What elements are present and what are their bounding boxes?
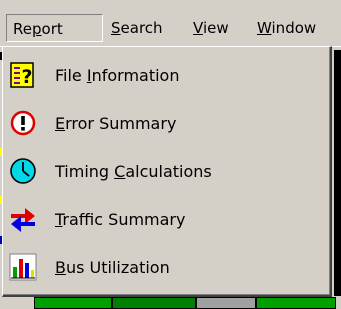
menu-item-error-summary[interactable]: Error Summary (7, 104, 325, 144)
report-dropdown-menu: ? File Information Error Summary Timing … (2, 46, 332, 297)
traffic-arrows-icon (11, 208, 35, 232)
menu-view-label: View (193, 19, 229, 37)
bar-chart-icon (9, 253, 37, 281)
menu-item-timing-calculations[interactable]: Timing Calculations (7, 152, 325, 192)
background-panel-right (334, 50, 341, 300)
menu-item-label: File Information (55, 66, 180, 85)
menu-item-label: Timing Calculations (55, 162, 212, 181)
menu-report[interactable]: Report (6, 14, 103, 42)
error-icon (10, 110, 36, 136)
menu-item-label: Bus Utilization (55, 258, 170, 277)
menu-view[interactable]: View (187, 14, 249, 42)
menu-window-label: Window (257, 19, 317, 37)
menu-bar: Report Search View Window (0, 0, 341, 47)
menu-item-traffic-summary[interactable]: Traffic Summary (7, 200, 325, 240)
menu-window[interactable]: Window (251, 14, 341, 42)
menu-item-bus-utilization[interactable]: Bus Utilization (7, 248, 325, 288)
background-bottom-bar (0, 296, 341, 309)
file-info-icon: ? (10, 62, 34, 88)
menu-item-label: Error Summary (55, 114, 177, 133)
menu-search-label: Search (111, 19, 163, 37)
menu-search[interactable]: Search (105, 14, 185, 42)
menu-item-file-information[interactable]: ? File Information (7, 56, 325, 96)
menu-item-label: Traffic Summary (55, 210, 186, 229)
clock-icon (10, 158, 36, 184)
svg-text:?: ? (21, 66, 32, 88)
menu-report-label: Report (13, 20, 63, 38)
